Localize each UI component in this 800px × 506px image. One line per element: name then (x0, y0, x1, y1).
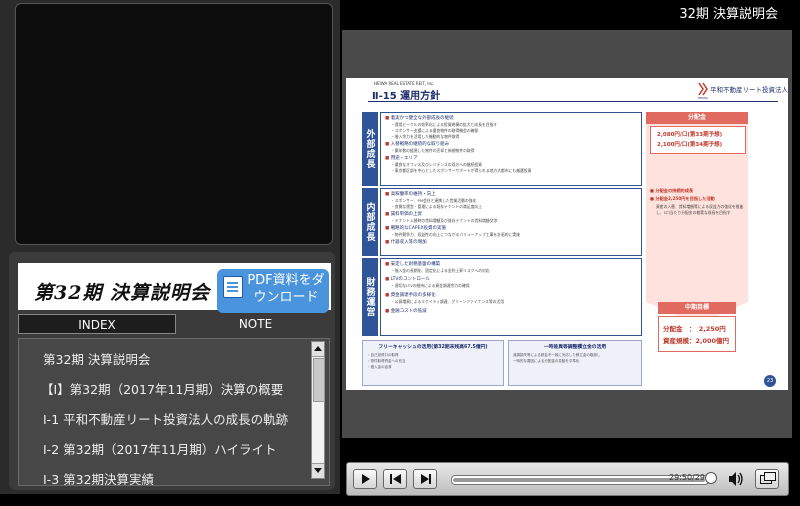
title-divider (368, 101, 778, 102)
player-controls: 29:50/29:5 (346, 462, 789, 496)
goal-distribution: 分配金 ： 2,250円 (663, 325, 726, 333)
sub-bullet: 公募増資によるエクイティ調達、グリーンファイナンス等の活用 (391, 299, 504, 305)
index-item[interactable]: 【I】第32期（2017年11月期）決算の概要 (41, 379, 283, 398)
distribution-header: 分配金 (646, 112, 748, 124)
slide: HEIWA REAL ESTATE REIT, Inc. Ⅱ-15 運用方針 平… (346, 78, 788, 390)
index-item[interactable]: Ⅰ-1 平和不動産リート投資法人の成長の軌跡 (43, 409, 288, 428)
free-cash-title: フリーキャッシュの活用(第32期末残高67.5億円) (378, 345, 488, 350)
play-button[interactable] (353, 469, 377, 489)
slide-title: Ⅱ-15 運用方針 (372, 91, 441, 102)
bullet: 戦略的なCAPEX投資の実施 (385, 225, 446, 231)
bullet: 着実かつ健全な外部成長の継続 (385, 115, 454, 121)
tab-note[interactable]: NOTE (178, 314, 333, 334)
document-icon (223, 276, 243, 298)
free-cash-box: フリーキャッシュの活用(第32期末残高67.5億円) ・自己投資口の取得 ・物件… (362, 340, 504, 386)
scroll-thumb[interactable] (313, 358, 325, 402)
video-area[interactable] (15, 3, 333, 245)
sub-bullet: 物件競争力、収益性の向上につながるバリューアップ工事を計画的に実施 (391, 232, 520, 238)
goal-assets: 資産規模：2,000億円 (663, 337, 730, 345)
bullet: 金融コストの低減 (385, 308, 427, 314)
bullet: 入替戦略の継続的な取り組み (385, 141, 450, 147)
growth-bullet: 分配金の持続的成長 (650, 188, 693, 194)
window-title: 32期 決算説明会 (679, 7, 778, 22)
goal-box: 分配金 ： 2,250円 資産規模：2,000億円 (658, 316, 736, 352)
slide-company-name: HEIWA REAL ESTATE REIT, Inc. (374, 81, 435, 86)
scroll-up-arrow-icon[interactable] (312, 342, 324, 357)
index-scrollbar[interactable] (311, 341, 325, 479)
bullet: 用途・エリア (385, 155, 418, 161)
distribution-forecast: 2,080円/口(第33期予想) (657, 132, 723, 138)
bullet: 賃料単価の上昇 (385, 211, 423, 217)
bullet: LTVのコントロール (385, 276, 430, 282)
goal-header: 中期目標 (658, 302, 736, 314)
sub-bullet: 良質な運営・管理による既存テナントの満足度向上 (391, 204, 482, 210)
sub-bullet: 東京都区部を中心としたスポンサーサポートが得られる地方大都市にも厳選投資 (391, 168, 532, 174)
slide-logo-sub: HEIWA (698, 96, 708, 100)
reserve-line: 減損損失等による税会不一致に対応した積立金の取崩し (513, 353, 601, 357)
scroll-down-arrow-icon[interactable] (312, 463, 324, 478)
bullet: 什器収入等の増加 (385, 239, 427, 245)
window-icon (764, 472, 776, 481)
free-cash-line: ・借入金の返済 (367, 365, 392, 369)
volume-icon[interactable] (727, 470, 745, 488)
pdf-download-button[interactable]: PDF資料をダウンロード (217, 269, 329, 313)
seek-handle[interactable] (705, 472, 717, 484)
category-box: 高稼働率の維持・向上 スポンサー、PM会社と連携した営業活動の強化 良質な運営・… (380, 188, 642, 256)
page-number: 23 (764, 375, 776, 387)
category-label: 内部成長 (362, 188, 378, 256)
sub-bullet: 適切なLTVの維持による資金調達余力の確保 (391, 283, 470, 289)
seek-progress (453, 478, 705, 482)
category-label: 外部成長 (362, 112, 378, 186)
index-item[interactable]: Ⅰ-3 第32期決算実績 (43, 469, 154, 485)
index-item[interactable]: 第32期 決算説明会 (43, 349, 150, 368)
free-cash-line: ・自己投資口の取得 (367, 353, 399, 357)
reserve-line: 一時的な要因による分配金の変動を平準化 (513, 359, 580, 363)
distribution-forecast-box: 2,080円/口(第33期予想) 2,100円/口(第34期予想) (650, 126, 746, 154)
sub-bullet: 築年数の経過した物件の売却と新規物件の取得 (391, 148, 475, 154)
fullscreen-button[interactable] (755, 469, 779, 489)
index-list: 第32期 決算説明会 【I】第32期（2017年11月期）決算の概要 Ⅰ-1 平… (18, 338, 330, 486)
slide-logo-text: 平和不動産リート投資法人 (710, 86, 788, 94)
bullet: 安定した財務基盤の構築 (385, 261, 441, 267)
category-box: 着実かつ健全な外部成長の継続 運用ビークルの効率化による投資規模の拡大と成長を目… (380, 112, 642, 186)
company-logo-icon (698, 82, 708, 96)
distribution-forecast: 2,100円/口(第34期予想) (657, 142, 723, 148)
index-item[interactable]: Ⅰ-2 第32期（2017年11月期）ハイライト (43, 439, 277, 458)
reserve-box: 一時差異等調整積立金の活用 減損損失等による税会不一致に対応した積立金の取崩し … (508, 340, 642, 386)
next-button[interactable] (413, 469, 437, 489)
sub-bullet: テナント入替時の賃料増額及び既存テナントの賃料増額交渉 (391, 218, 498, 224)
sub-bullet: 借入金の長期化、固定化による金利上昇リスクへの対応 (391, 268, 490, 274)
growth-description: 資産の入替、賃料増額等による収益力の強化を推進し、1口当たり分配金の着実な成長を… (656, 204, 744, 215)
previous-button[interactable] (383, 469, 407, 489)
growth-bullet: 分配金2,250円を目指した活動 (650, 196, 714, 202)
bullet: 高稼働率の維持・向上 (385, 191, 436, 197)
reserve-title: 一時差異等調整積立金の活用 (543, 345, 607, 350)
category-label: 財務運営 (362, 258, 378, 336)
pdf-download-label: PDF資料をダウンロード (247, 273, 325, 305)
tab-index[interactable]: INDEX (18, 314, 176, 334)
category-box: 安定した財務基盤の構築 借入金の長期化、固定化による金利上昇リスクへの対応 LT… (380, 258, 642, 336)
banner-title: 第32期 決算説明会 (34, 282, 211, 304)
sub-bullet: 借入余力を活用した機動的な物件取得 (391, 134, 460, 140)
free-cash-line: ・物件取得資金への充当 (367, 359, 406, 363)
bullet: 資金調達手段の多様化 (385, 292, 436, 298)
